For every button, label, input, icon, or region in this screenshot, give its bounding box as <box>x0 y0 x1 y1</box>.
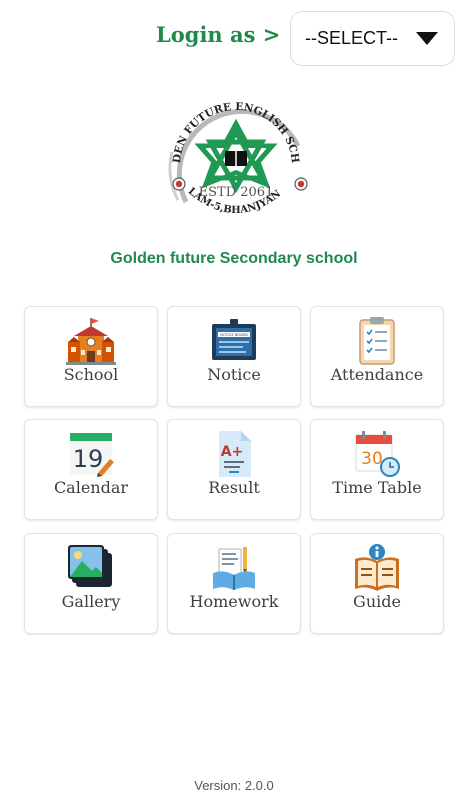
chevron-down-icon <box>416 31 438 45</box>
homework-books-icon <box>213 547 255 590</box>
calendar-icon: 19 <box>70 433 114 477</box>
menu-tile-label: Gallery <box>61 592 121 611</box>
menu-tile-calendar[interactable]: 19 Calendar <box>24 419 158 520</box>
menu-tile-label: Time Table <box>332 478 422 497</box>
menu-tile-attendance[interactable]: Attendance <box>310 306 444 407</box>
menu-tile-school[interactable]: School <box>24 306 158 407</box>
menu-tile-homework[interactable]: Homework <box>167 533 301 634</box>
menu-tile-guide[interactable]: Guide <box>310 533 444 634</box>
svg-text:NOTICE BOARD: NOTICE BOARD <box>220 333 248 337</box>
role-select-value: --SELECT-- <box>305 28 399 48</box>
notice-board-icon: NOTICE BOARD <box>212 319 256 360</box>
timetable-icon: 30 <box>355 431 400 477</box>
menu-tile-result[interactable]: A+ Result <box>167 419 301 520</box>
menu-tile-label: Result <box>208 478 260 497</box>
svg-text:ESTD 2061: ESTD 2061 <box>199 185 274 200</box>
menu-tile-label: School <box>63 365 119 384</box>
menu-tile-label: Calendar <box>53 478 129 497</box>
school-name: Golden future Secondary school <box>110 250 358 267</box>
menu-grid: School NOTICE BOARD Notice Attendance 19… <box>24 306 444 634</box>
school-logo: GOLDEN FUTURE ENGLISH SCHOOL ESTD 2061 I… <box>158 82 308 216</box>
menu-tile-label: Homework <box>189 592 279 611</box>
clipboard-checklist-icon <box>359 317 395 365</box>
menu-tile-label: Notice <box>207 365 261 384</box>
school-building-icon <box>66 318 116 365</box>
menu-tile-label: Guide <box>353 592 401 611</box>
svg-text:19: 19 <box>73 445 104 473</box>
result-document-icon: A+ <box>219 431 251 477</box>
svg-text:A+: A+ <box>221 444 244 460</box>
menu-tile-timetable[interactable]: 30 Time Table <box>310 419 444 520</box>
svg-text:30: 30 <box>361 449 383 469</box>
menu-tile-label: Attendance <box>330 365 424 384</box>
role-select[interactable]: --SELECT-- <box>290 11 455 66</box>
app-version: Version: 2.0.0 <box>194 778 274 793</box>
gallery-icon <box>68 545 112 587</box>
login-as-label: Login as > <box>156 22 281 47</box>
menu-tile-gallery[interactable]: Gallery <box>24 533 158 634</box>
guide-book-icon <box>355 544 399 591</box>
menu-tile-notice[interactable]: NOTICE BOARD Notice <box>167 306 301 407</box>
